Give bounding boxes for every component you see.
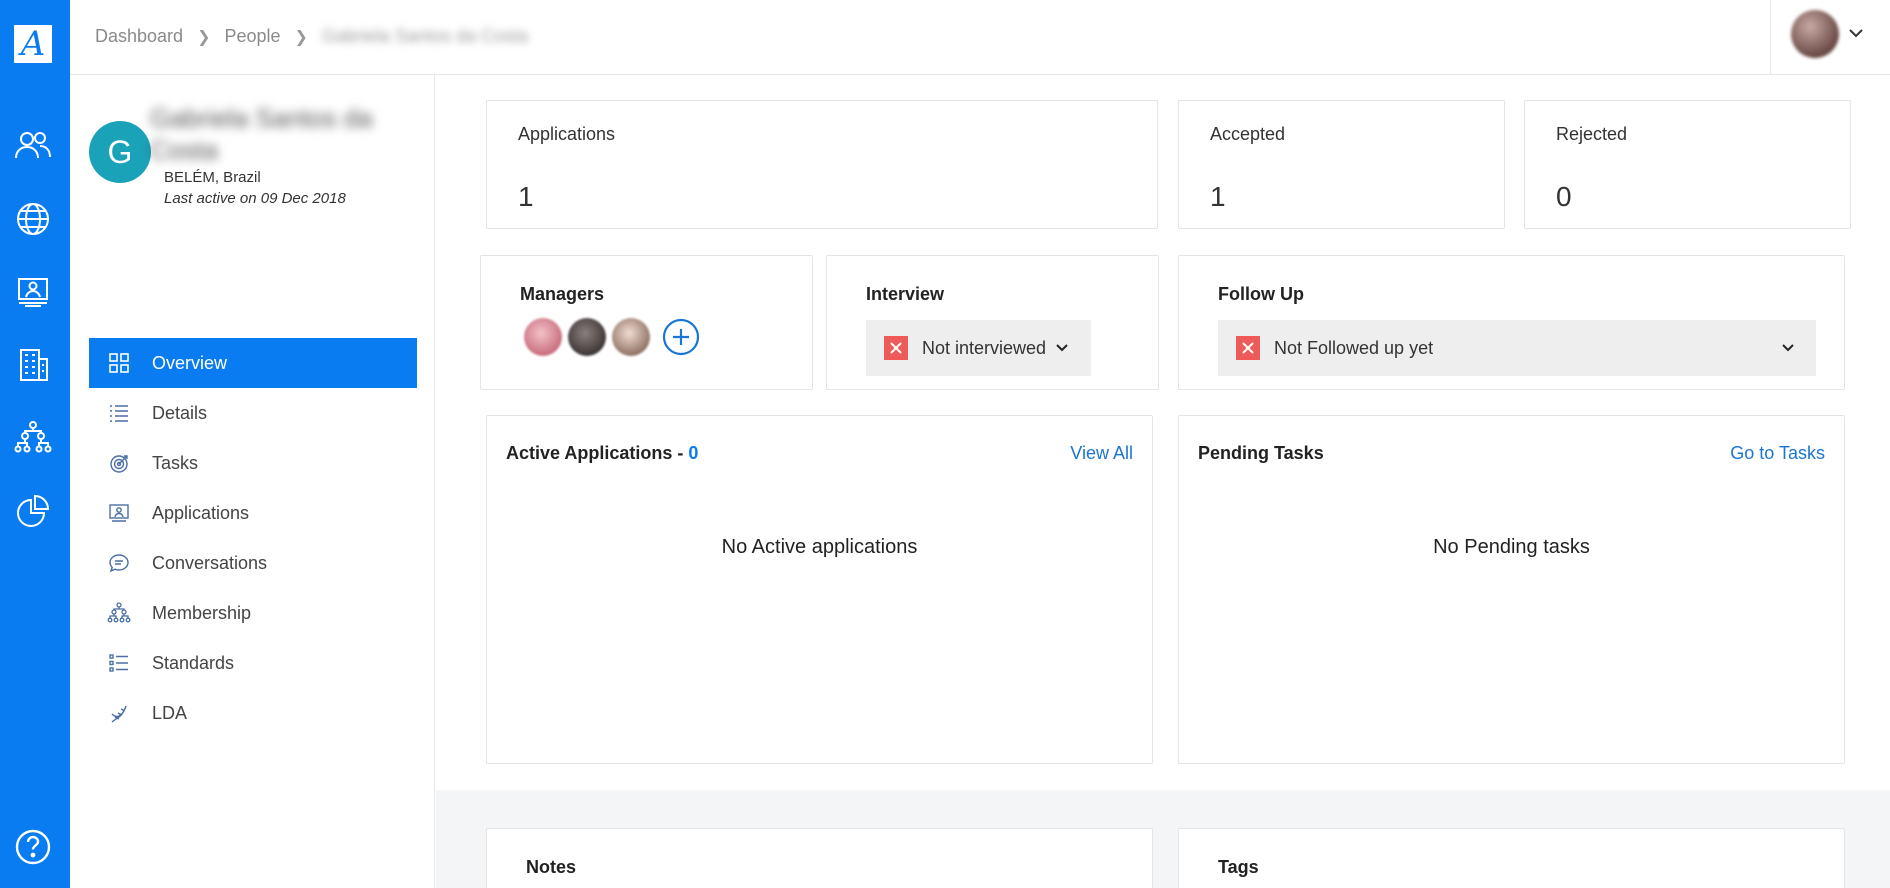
active-applications-label: Active Applications - (506, 443, 689, 463)
list-icon (106, 400, 132, 426)
pending-tasks-title: Pending Tasks (1198, 443, 1324, 463)
nav-item-label: Conversations (152, 552, 268, 573)
close-icon (884, 336, 908, 360)
chevron-right-icon: ❯ (197, 28, 211, 46)
managers-card: Managers (480, 255, 813, 390)
accepted-card: Accepted 1 (1178, 100, 1505, 229)
help-icon[interactable] (11, 825, 55, 869)
grid-icon (106, 350, 132, 376)
rejected-card: Rejected 0 (1524, 100, 1851, 229)
pending-tasks-card: Pending Tasks Go to Tasks No Pending tas… (1178, 415, 1845, 764)
profile-avatar: G (89, 121, 151, 183)
chevron-down-icon (1056, 344, 1068, 352)
nav-item-lda[interactable]: LDA (89, 688, 417, 738)
app-logo[interactable]: A (14, 25, 52, 63)
active-applications-title: Active Applications - 0 (506, 443, 698, 464)
checklist-icon (106, 650, 132, 676)
profile-panel: G Gabriela Santos da Costa BELÉM, Brazil… (70, 75, 435, 888)
managers-list (524, 318, 700, 356)
active-applications-card: Active Applications - 0 View All No Acti… (486, 415, 1153, 764)
applications-card: Applications 1 (486, 100, 1158, 229)
profile-location: BELÉM, Brazil (164, 169, 261, 186)
profile-last-active: Last active on 09 Dec 2018 (164, 190, 346, 207)
nav-item-tasks[interactable]: Tasks (89, 438, 417, 488)
nav-item-label: Tasks (152, 452, 199, 473)
tags-label: Tags (1218, 857, 1259, 877)
monitor-user-icon (106, 500, 132, 526)
applications-count: 1 (518, 181, 534, 212)
chevron-right-icon: ❯ (294, 28, 308, 46)
logo-letter: A (20, 24, 46, 64)
managers-label: Managers (520, 284, 605, 304)
avatar[interactable] (568, 318, 606, 356)
pending-tasks-empty: No Pending tasks (1433, 536, 1590, 558)
rejected-count: 0 (1556, 181, 1572, 212)
nav-item-label: Applications (152, 502, 250, 523)
nav-item-label: Details (152, 402, 208, 423)
nav-item-details[interactable]: Details (89, 388, 417, 438)
nav-item-applications[interactable]: Applications (89, 488, 417, 538)
interview-value: Not interviewed (922, 337, 1047, 358)
interview-label: Interview (866, 284, 945, 304)
interview-dropdown[interactable]: Not interviewed (866, 320, 1091, 376)
app-rail: A (0, 0, 70, 888)
top-bar: Dashboard ❯ People ❯ Gabriela Santos da … (70, 0, 1890, 75)
profile-nav: Overview Details Tasks Applications Conv… (89, 338, 417, 738)
user-avatar[interactable] (1791, 10, 1839, 58)
user-menu[interactable] (1770, 0, 1890, 75)
chevron-down-icon[interactable] (1847, 24, 1865, 42)
notes-label: Notes (526, 857, 577, 877)
followup-label: Follow Up (1218, 284, 1304, 304)
globe-icon[interactable] (11, 197, 55, 241)
breadcrumb-dashboard[interactable]: Dashboard (95, 26, 183, 47)
nav-item-conversations[interactable]: Conversations (89, 538, 417, 588)
applications-label: Applications (518, 124, 616, 144)
breadcrumb-current: Gabriela Santos da Costa (321, 26, 529, 46)
interview-card: Interview Not interviewed (826, 255, 1159, 390)
breadcrumb: Dashboard ❯ People ❯ Gabriela Santos da … (95, 26, 528, 47)
target-icon (106, 450, 132, 476)
nav-item-label: LDA (152, 702, 188, 723)
go-to-tasks-link[interactable]: Go to Tasks (1730, 443, 1825, 464)
tags-card: Tags (1178, 828, 1845, 888)
nav-item-overview[interactable]: Overview (89, 338, 417, 388)
followup-card: Follow Up Not Followed up yet (1178, 255, 1845, 390)
nav-item-label: Standards (152, 652, 235, 673)
pie-chart-icon[interactable] (11, 489, 55, 533)
chat-icon (106, 550, 132, 576)
building-icon[interactable] (11, 343, 55, 387)
people-icon[interactable] (11, 124, 55, 168)
followup-value: Not Followed up yet (1274, 337, 1434, 358)
active-applications-count: 0 (688, 443, 699, 463)
dna-icon (106, 700, 132, 726)
nav-item-label: Overview (152, 352, 228, 373)
org-chart-icon (106, 600, 132, 626)
avatar[interactable] (524, 318, 562, 356)
breadcrumb-people[interactable]: People (224, 26, 280, 47)
rejected-label: Rejected (1556, 124, 1628, 144)
accepted-label: Accepted (1210, 124, 1286, 144)
view-all-link[interactable]: View All (1070, 443, 1133, 464)
chevron-down-icon (1782, 344, 1794, 352)
monitor-user-icon[interactable] (11, 270, 55, 314)
nav-item-standards[interactable]: Standards (89, 638, 417, 688)
close-icon (1236, 336, 1260, 360)
nav-item-membership[interactable]: Membership (89, 588, 417, 638)
add-manager-button[interactable] (662, 318, 700, 356)
followup-dropdown[interactable]: Not Followed up yet (1218, 320, 1816, 376)
avatar[interactable] (612, 318, 650, 356)
active-applications-empty: No Active applications (721, 536, 918, 558)
nav-item-label: Membership (152, 602, 252, 623)
org-chart-icon[interactable] (11, 416, 55, 460)
accepted-count: 1 (1210, 181, 1226, 212)
notes-card: Notes (486, 828, 1153, 888)
profile-name: Gabriela Santos da Costa (150, 103, 373, 165)
